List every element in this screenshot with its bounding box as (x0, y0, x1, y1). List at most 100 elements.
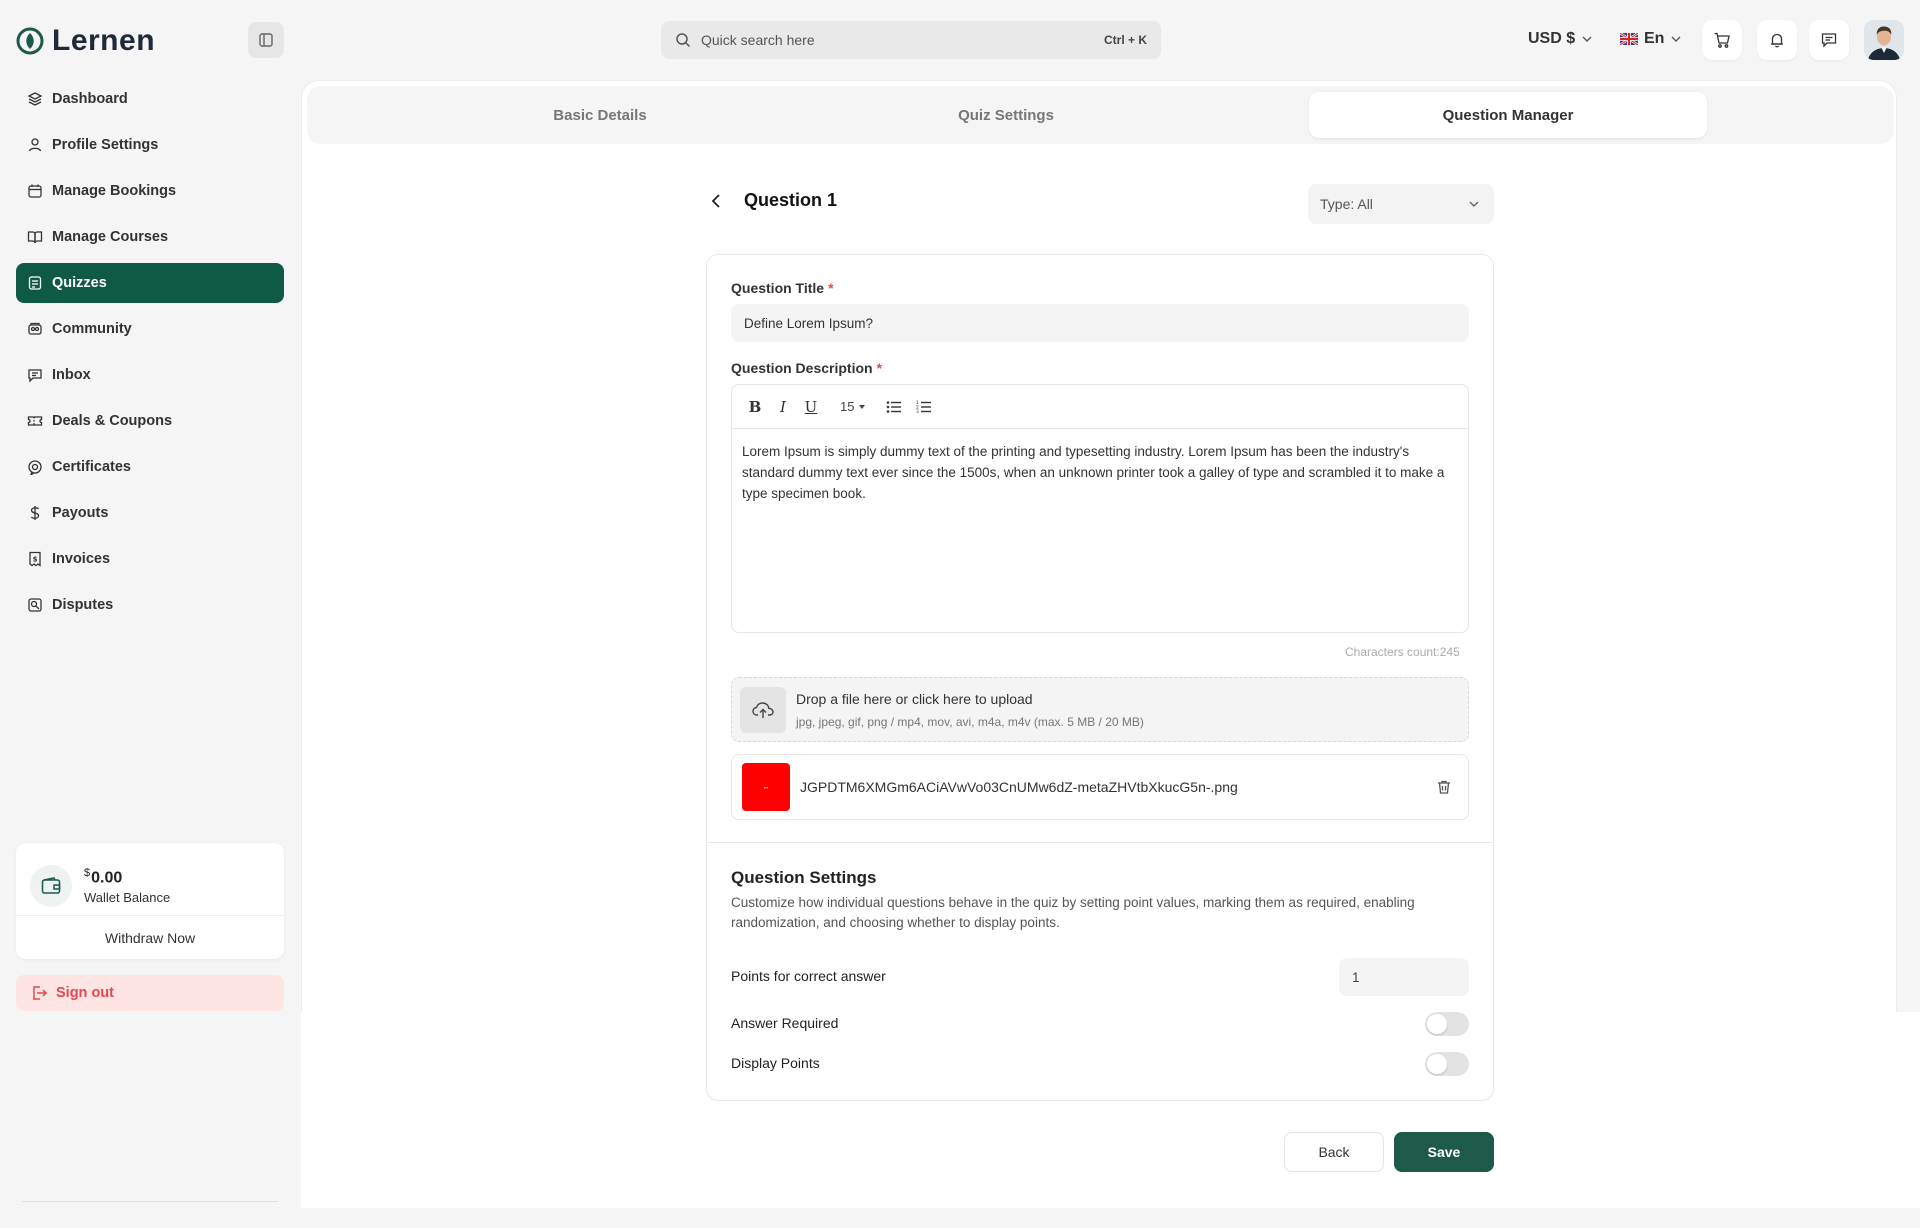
back-arrow-icon[interactable] (706, 191, 726, 211)
app-name: Lernen (52, 24, 156, 57)
description-editor-content[interactable]: Lorem Ipsum is simply dummy text of the … (732, 429, 1468, 516)
cart-button[interactable] (1702, 20, 1742, 60)
sidebar-item-label: Manage Courses (52, 229, 169, 245)
sidebar-item-quizzes[interactable]: Quizzes (16, 263, 284, 303)
upload-title: Drop a file here or click here to upload (796, 690, 1033, 707)
currency-selector[interactable]: USD $ (1528, 30, 1593, 48)
sign-out-label: Sign out (56, 985, 114, 1001)
display-points-toggle[interactable] (1425, 1052, 1469, 1076)
chevron-down-icon (1582, 36, 1592, 42)
dollar-icon (26, 504, 44, 522)
sign-out-button[interactable]: Sign out (16, 975, 284, 1011)
cloud-upload-icon (740, 686, 786, 733)
chevron-down-icon (1671, 36, 1681, 42)
sidebar-item-label: Profile Settings (52, 137, 159, 153)
bullet-list-icon (887, 400, 902, 413)
answer-required-toggle[interactable] (1425, 1012, 1469, 1036)
wallet-amount: $0.00 (84, 867, 123, 887)
user-avatar[interactable] (1864, 20, 1904, 60)
uploaded-file-row: ▪▪▪ JGPDTM6XMGm6ACiAVwVo03CnUMw6dZ-metaZ… (731, 754, 1469, 820)
question-heading: Question 1 (744, 190, 838, 210)
sidebar-item-community[interactable]: Community (16, 309, 284, 349)
bold-button[interactable]: B (748, 398, 762, 416)
type-filter-value: Type: All (1320, 196, 1373, 212)
layers-icon (26, 90, 44, 108)
file-thumbnail: ▪▪▪ (742, 763, 790, 811)
sidebar-item-dashboard[interactable]: Dashboard (16, 79, 284, 119)
sidebar-item-manage-bookings[interactable]: Manage Bookings (16, 171, 284, 211)
sidebar-divider (22, 1201, 278, 1202)
logo[interactable]: Lernen (16, 24, 155, 58)
quiz-tabs: Basic Details Quiz Settings Question Man… (307, 86, 1894, 144)
chevron-down-icon (1469, 201, 1479, 207)
type-filter-select[interactable]: Type: All (1308, 184, 1494, 224)
underline-button[interactable]: U (804, 398, 818, 416)
messages-button[interactable] (1809, 20, 1849, 60)
sidebar-item-label: Certificates (52, 459, 131, 475)
sidebar-item-payouts[interactable]: Payouts (16, 493, 284, 533)
sidebar-item-deals-coupons[interactable]: Deals & Coupons (16, 401, 284, 441)
ticket-icon (26, 412, 44, 430)
sidebar-collapse-button[interactable] (248, 22, 284, 58)
numbered-list-icon: 123 (916, 400, 932, 414)
editor-toolbar: B I U 15 123 (732, 385, 1468, 429)
sidebar-item-invoices[interactable]: $ Invoices (16, 539, 284, 579)
italic-button[interactable]: I (776, 398, 790, 416)
trash-icon[interactable] (1436, 779, 1452, 795)
sidebar-item-label: Dashboard (52, 91, 128, 107)
characters-count: Characters count:245 (1345, 645, 1460, 659)
points-label: Points for correct answer (731, 968, 886, 984)
certificate-icon (26, 458, 44, 476)
sidebar-item-manage-courses[interactable]: Manage Courses (16, 217, 284, 257)
question-header: Question 1 (706, 190, 837, 211)
tab-basic-details[interactable]: Basic Details (401, 92, 799, 138)
community-icon (26, 320, 44, 338)
sidebar-item-profile-settings[interactable]: Profile Settings (16, 125, 284, 165)
required-mark: * (828, 280, 834, 296)
sidebar-toggle-icon (259, 33, 273, 47)
question-settings-title: Question Settings (731, 868, 877, 887)
question-title-label: Question Title * (731, 280, 834, 296)
sidebar-item-label: Invoices (52, 551, 111, 567)
file-upload-dropzone[interactable]: Drop a file here or click here to upload… (731, 677, 1469, 742)
quick-search[interactable]: Ctrl + K (661, 21, 1161, 59)
dispute-icon (26, 596, 44, 614)
withdraw-now-button[interactable]: Withdraw Now (16, 915, 284, 959)
search-input[interactable] (701, 32, 1094, 48)
currency-label: USD $ (1528, 30, 1576, 47)
thumbnail-mark: ▪▪▪ (763, 784, 769, 790)
calendar-icon (26, 182, 44, 200)
svg-text:3: 3 (916, 409, 919, 414)
invoice-icon: $ (26, 550, 44, 568)
upload-hint: jpg, jpeg, gif, png / mp4, mov, avi, m4a… (796, 714, 1144, 729)
wallet-card: $0.00 Wallet Balance Withdraw Now (16, 843, 284, 959)
sidebar-item-label: Community (52, 321, 132, 337)
display-points-label: Display Points (731, 1055, 820, 1071)
bullet-list-button[interactable] (886, 400, 902, 414)
bell-icon (1771, 33, 1783, 48)
sidebar-item-label: Deals & Coupons (52, 413, 173, 429)
language-selector[interactable]: En (1620, 30, 1682, 48)
points-input[interactable] (1339, 958, 1469, 996)
caret-down-icon (859, 404, 866, 409)
question-title-input[interactable] (731, 304, 1469, 342)
answer-required-label: Answer Required (731, 1015, 839, 1031)
tab-quiz-settings[interactable]: Quiz Settings (807, 92, 1205, 138)
tab-question-manager[interactable]: Question Manager (1309, 92, 1707, 138)
sidebar-item-label: Manage Bookings (52, 183, 177, 199)
notifications-button[interactable] (1757, 20, 1797, 60)
wallet-summary: $0.00 Wallet Balance (16, 843, 284, 915)
wallet-icon (30, 865, 72, 907)
lernen-logo-icon (16, 27, 44, 55)
font-size-select[interactable]: 15 (840, 399, 866, 414)
avatar-image (1864, 20, 1904, 60)
back-button[interactable]: Back (1284, 1132, 1384, 1172)
sidebar-item-inbox[interactable]: Inbox (16, 355, 284, 395)
sidebar-item-certificates[interactable]: Certificates (16, 447, 284, 487)
save-button[interactable]: Save (1394, 1132, 1494, 1172)
sidebar-item-disputes[interactable]: Disputes (16, 585, 284, 625)
question-settings-description: Customize how individual questions behav… (731, 895, 1415, 930)
user-icon (26, 136, 44, 154)
sidebar: Lernen Dashboard Profile Settings Manage… (0, 0, 300, 1228)
numbered-list-button[interactable]: 123 (916, 400, 932, 414)
